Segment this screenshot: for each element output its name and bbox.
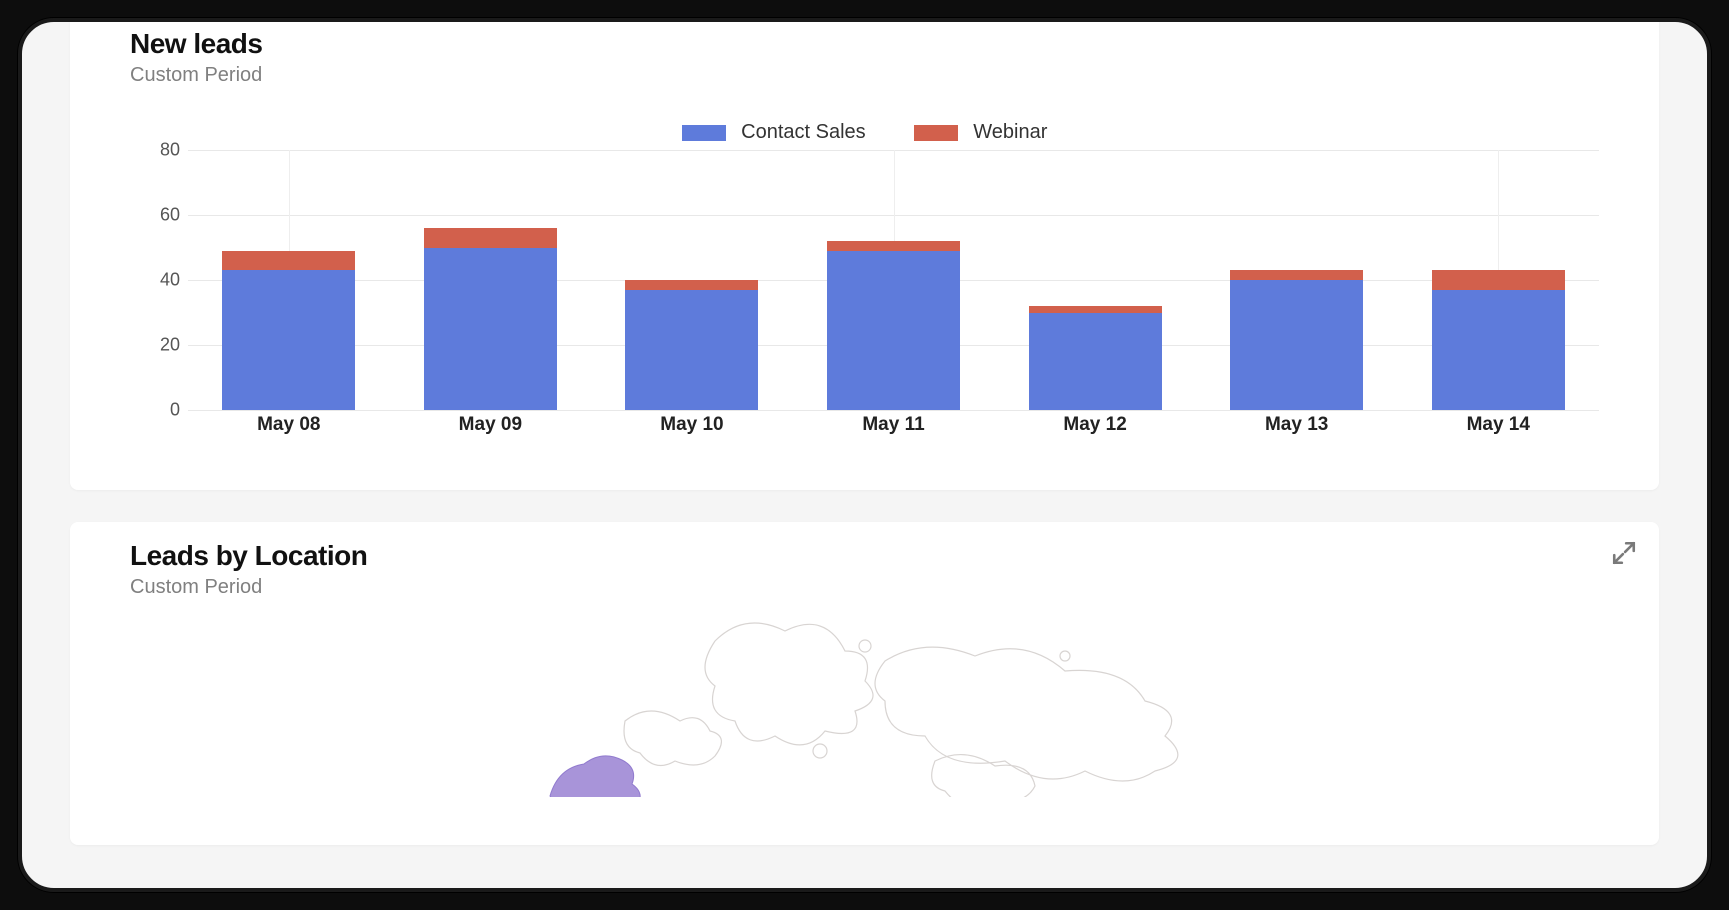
bar-segment-webinar <box>424 228 557 248</box>
new-leads-card: New leads Custom Period Contact Sales We… <box>70 18 1659 490</box>
bar-slot <box>591 150 793 410</box>
bar-segment-contact-sales <box>827 251 960 410</box>
stacked-bar[interactable] <box>1432 270 1565 410</box>
card-subtitle: Custom Period <box>130 576 1599 599</box>
bar-segment-contact-sales <box>222 270 355 410</box>
bar-segment-webinar <box>222 251 355 271</box>
x-tick-label: May 10 <box>591 414 793 436</box>
stacked-bar[interactable] <box>625 280 758 410</box>
app-window: New leads Custom Period Contact Sales We… <box>18 18 1711 892</box>
x-tick-label: May 14 <box>1397 414 1599 436</box>
bar-segment-contact-sales <box>1432 290 1565 410</box>
y-tick-label: 80 <box>140 140 180 161</box>
x-tick-label: May 11 <box>793 414 995 436</box>
bar-slot <box>390 150 592 410</box>
legend-swatch-contact-sales <box>682 125 726 141</box>
x-tick-label: May 08 <box>188 414 390 436</box>
y-tick-label: 60 <box>140 205 180 226</box>
card-header: Leads by Location Custom Period <box>70 522 1659 607</box>
bar-segment-contact-sales <box>1230 280 1363 410</box>
leads-by-location-card: Leads by Location Custom Period <box>70 522 1659 845</box>
bar-segment-webinar <box>625 280 758 290</box>
chart-x-axis: May 08May 09May 10May 11May 12May 13May … <box>188 414 1599 436</box>
card-title: Leads by Location <box>130 540 1599 572</box>
bar-segment-webinar <box>1230 270 1363 280</box>
bar-slot <box>1397 150 1599 410</box>
chart-bars <box>188 150 1599 410</box>
legend-item-webinar: Webinar <box>914 121 1048 144</box>
bar-segment-webinar <box>827 241 960 251</box>
bar-segment-contact-sales <box>625 290 758 410</box>
y-tick-label: 40 <box>140 270 180 291</box>
x-tick-label: May 13 <box>1196 414 1398 436</box>
stacked-bar[interactable] <box>1230 270 1363 410</box>
card-subtitle: Custom Period <box>130 64 1599 87</box>
bar-segment-contact-sales <box>1029 313 1162 411</box>
x-tick-label: May 12 <box>994 414 1196 436</box>
bar-slot <box>994 150 1196 410</box>
stacked-bar[interactable] <box>222 251 355 410</box>
bar-slot <box>793 150 995 410</box>
stacked-bar[interactable] <box>424 228 557 410</box>
chart-legend: Contact Sales Webinar <box>130 121 1599 144</box>
card-title: New leads <box>130 28 1599 60</box>
stacked-bar[interactable] <box>1029 306 1162 410</box>
y-tick-label: 20 <box>140 335 180 356</box>
bar-segment-webinar <box>1432 270 1565 290</box>
x-tick-label: May 09 <box>390 414 592 436</box>
bar-slot <box>1196 150 1398 410</box>
world-map-icon <box>415 607 1315 797</box>
map-region-alaska <box>544 756 640 797</box>
legend-swatch-webinar <box>914 125 958 141</box>
legend-item-contact-sales: Contact Sales <box>682 121 866 144</box>
expand-button[interactable] <box>1611 540 1637 566</box>
stacked-bar[interactable] <box>827 241 960 410</box>
bar-segment-contact-sales <box>424 248 557 411</box>
leads-map[interactable] <box>70 607 1659 797</box>
new-leads-chart: Contact Sales Webinar 020406080 May 08Ma… <box>70 95 1659 442</box>
legend-label: Webinar <box>973 121 1047 143</box>
legend-label: Contact Sales <box>741 121 866 143</box>
card-header: New leads Custom Period <box>70 18 1659 95</box>
gridline <box>188 410 1599 411</box>
expand-icon <box>1611 540 1637 566</box>
y-tick-label: 0 <box>140 400 180 421</box>
chart-plot-area: 020406080 May 08May 09May 10May 11May 12… <box>188 150 1599 442</box>
bar-slot <box>188 150 390 410</box>
